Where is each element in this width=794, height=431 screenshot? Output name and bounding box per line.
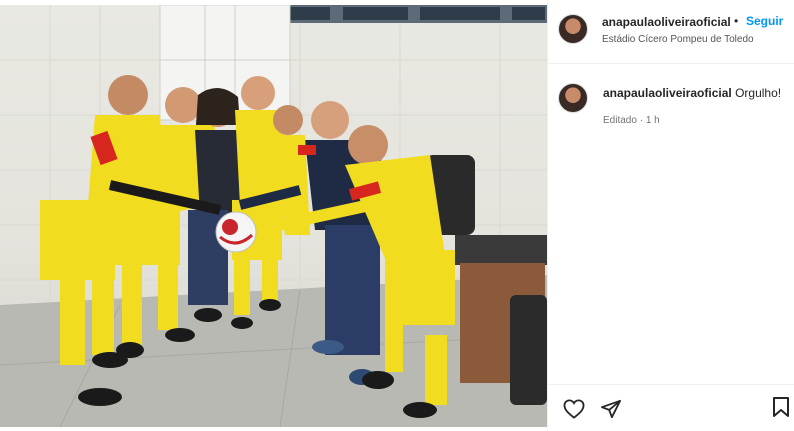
edited-time: 1 h: [645, 115, 660, 126]
author-username[interactable]: anapaulaoliveiraoficial: [602, 15, 731, 29]
bookmark-icon[interactable]: [772, 396, 790, 423]
caption-avatar[interactable]: [558, 83, 588, 113]
caption-text-row: anapaulaoliveiraoficial Orgulho!: [603, 86, 781, 100]
instagram-post-view: anapaulaoliveiraoficial • Seguir Estádio…: [0, 0, 794, 431]
avatar[interactable]: [558, 14, 588, 44]
caption-username[interactable]: anapaulaoliveiraoficial: [603, 86, 732, 100]
edited-timestamp: Editado · 1 h: [603, 115, 660, 126]
action-bar: [548, 384, 794, 431]
caption-text: Orgulho!: [735, 86, 782, 100]
post-photo[interactable]: [0, 5, 547, 427]
post-header: anapaulaoliveiraoficial • Seguir Estádio…: [548, 0, 794, 64]
post-side-panel: anapaulaoliveiraoficial • Seguir Estádio…: [547, 0, 794, 431]
location-link[interactable]: Estádio Cícero Pompeu de Toledo: [602, 34, 754, 45]
separator-dot: •: [734, 14, 739, 28]
share-icon[interactable]: [600, 399, 622, 424]
photo-illustration: [0, 5, 547, 427]
edited-label: Editado: [603, 115, 637, 126]
follow-button[interactable]: Seguir: [746, 14, 783, 28]
heart-icon[interactable]: [563, 399, 585, 424]
edited-dot: ·: [639, 115, 644, 126]
